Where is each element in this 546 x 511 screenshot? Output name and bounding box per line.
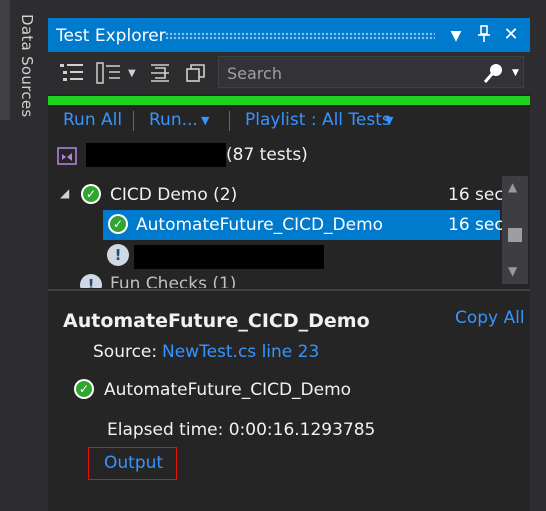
test-name[interactable]: AutomateFuture_CICD_Demo	[136, 215, 383, 235]
test-count: (87 tests)	[226, 145, 308, 165]
tab-accent	[0, 0, 10, 120]
separator	[133, 111, 134, 131]
expand-arrow-icon[interactable]: ◢	[60, 186, 69, 200]
copy-all-link[interactable]: Copy All	[455, 308, 525, 328]
detail-title: AutomateFuture_CICD_Demo	[63, 310, 370, 332]
output-link[interactable]: Output	[104, 453, 163, 473]
playlist-icon[interactable]	[149, 62, 171, 88]
right-rail	[530, 18, 546, 511]
partial-row-label: Fun Checks (1)	[110, 274, 237, 288]
source-link[interactable]: NewTest.cs line 23	[162, 342, 319, 362]
result-name: AutomateFuture_CICD_Demo	[104, 380, 352, 400]
hierarchy-dropdown-icon[interactable]: ▼	[128, 64, 136, 84]
scroll-down-icon[interactable]: ▼	[508, 264, 517, 278]
scroll-up-icon[interactable]: ▲	[508, 180, 517, 194]
not-run-icon: !	[107, 244, 129, 266]
run-dropdown-icon[interactable]: ▼	[201, 114, 209, 127]
playlist-selector[interactable]: Playlist : All Tests	[245, 110, 391, 130]
close-icon[interactable]: ✕	[500, 25, 522, 45]
elapsed-time: Elapsed time: 0:00:16.1293785	[107, 420, 376, 440]
data-sources-tab[interactable]: Data Sources	[14, 14, 36, 124]
progress-bar-fill	[48, 96, 530, 105]
not-run-icon: !	[80, 274, 102, 288]
redacted-test-name[interactable]	[134, 245, 324, 269]
run-all-button[interactable]: Run All	[63, 110, 122, 130]
pane-divider[interactable]	[48, 289, 530, 291]
group-label[interactable]: CICD Demo (2)	[110, 185, 237, 205]
passed-icon: ✓	[81, 184, 101, 204]
partial-tree-row[interactable]: ! Fun Checks (1)	[48, 270, 498, 288]
search-icon[interactable]	[483, 62, 505, 88]
window-title: Test Explorer	[56, 26, 166, 46]
passed-icon: ✓	[74, 379, 94, 399]
test-duration: 16 sec	[448, 215, 504, 235]
window-menu-dropdown-icon[interactable]: ▼	[446, 26, 466, 46]
top-edge	[48, 0, 546, 18]
source-label: Source:	[93, 342, 158, 362]
collapse-icon[interactable]	[185, 62, 207, 88]
visual-studio-solution-icon	[56, 145, 78, 171]
redacted-solution-name	[86, 143, 226, 167]
scroll-thumb[interactable]	[508, 228, 522, 242]
search-box[interactable]	[218, 56, 524, 88]
drag-grip[interactable]	[165, 32, 435, 40]
passed-icon: ✓	[108, 214, 128, 234]
search-input[interactable]	[225, 61, 479, 85]
separator	[229, 111, 230, 131]
search-options-dropdown-icon[interactable]: ▼	[512, 68, 519, 78]
pin-icon[interactable]	[474, 25, 494, 49]
run-button[interactable]: Run...	[149, 110, 198, 130]
playlist-dropdown-icon[interactable]: ▼	[385, 114, 393, 127]
group-duration: 16 sec	[448, 185, 504, 205]
group-by-icon[interactable]	[60, 62, 84, 88]
hierarchy-icon[interactable]	[96, 62, 122, 88]
